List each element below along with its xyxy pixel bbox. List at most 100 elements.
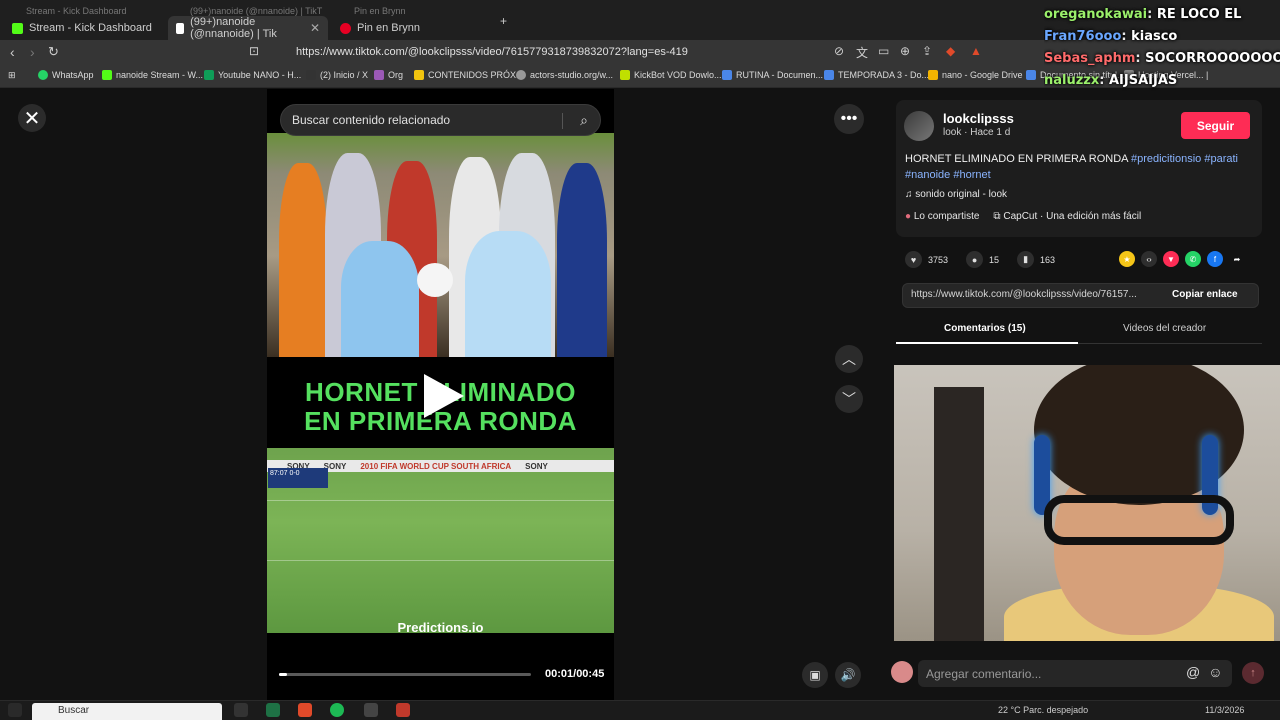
tab-creator-videos[interactable]: Videos del creador (1123, 323, 1206, 334)
gift-icon[interactable]: ★ (1119, 251, 1135, 267)
taskbar-search[interactable]: Buscar (32, 703, 222, 720)
bookmark-item[interactable]: WhatsApp (38, 70, 94, 80)
repost-icon[interactable]: ▼ (1163, 251, 1179, 267)
music-link[interactable]: ♫ sonido original - look (905, 189, 1007, 200)
bookmark-icon: ▮ (1017, 251, 1035, 268)
chevron-down-icon[interactable]: ﹀ (835, 385, 863, 413)
heart-icon: ♥ (905, 251, 922, 268)
video-time: 00:01/00:45 (545, 668, 605, 680)
tab-label: Pin en Brynn (357, 22, 420, 34)
bookmark-item[interactable]: KickBot VOD Dowlo... (620, 70, 722, 80)
chat-message: Sebas_aphm: SOCORROOOOOOO (1044, 48, 1280, 70)
chat-message: naluzzx: AIJSAIJAS (1044, 73, 1178, 88)
weather-widget[interactable]: 22 °C Parc. despejado (998, 705, 1088, 715)
back-icon[interactable]: ‹ (10, 44, 15, 60)
avatar[interactable] (904, 111, 934, 141)
search-icon[interactable]: ⌕ (580, 112, 588, 129)
bookmark-item[interactable]: TEMPORADA 3 - Do... (824, 70, 929, 80)
bookmark-item[interactable]: nano - Google Drive (928, 70, 1023, 80)
comment-icon: ● (966, 251, 984, 268)
bookmark-item[interactable]: Org (374, 70, 403, 80)
comment-button[interactable]: ● 15 (966, 251, 999, 268)
chat-user: naluzzx (1044, 73, 1100, 88)
url-field[interactable]: https://www.tiktok.com/@lookclipsss/vide… (296, 46, 688, 58)
capcut-link[interactable]: ⧉ CapCut · Una edición más fácil (993, 211, 1141, 222)
play-icon[interactable] (424, 374, 464, 418)
bookmark-favicon (620, 70, 630, 80)
bookmark-item[interactable]: Youtube NANO - H... (204, 70, 301, 80)
apps-icon[interactable]: ⊞ (8, 70, 16, 81)
pip-icon[interactable]: ▣ (802, 662, 828, 688)
task-view-icon[interactable] (234, 703, 248, 717)
related-search-input[interactable]: Buscar contenido relacionado ⌕ (280, 104, 601, 136)
bookmark-label: KickBot VOD Dowlo... (634, 70, 722, 80)
volume-icon[interactable]: 🔊 (835, 662, 861, 688)
close-tab-icon[interactable]: ✕ (310, 21, 320, 35)
new-tab-button[interactable]: + (500, 14, 507, 28)
block-icon[interactable]: ⊘ (834, 44, 844, 58)
chat-user: Fran76ooo (1044, 29, 1122, 44)
streamer-glasses (1044, 495, 1234, 545)
chat-message: oreganokawai: RE LOCO EL (1044, 7, 1242, 22)
bookmark-page-icon[interactable]: ⊡ (249, 44, 259, 58)
facebook-icon[interactable]: f (1207, 251, 1223, 267)
chevron-up-icon[interactable]: ︿ (835, 345, 863, 373)
spotify-icon[interactable] (330, 703, 344, 717)
bookmark-item[interactable]: actors-studio.org/w... (516, 70, 613, 80)
mention-icon[interactable]: @ (1186, 664, 1200, 680)
translate-icon[interactable]: 文 (856, 44, 868, 61)
hashtag-link[interactable]: #parati (1204, 153, 1238, 165)
search-placeholder: Buscar contenido relacionado (292, 113, 451, 127)
bookmark-item[interactable]: (2) Inicio / X (306, 70, 368, 80)
shared-indicator: ● Lo compartiste (905, 211, 979, 222)
bookmark-item[interactable]: RUTINA - Documen... (722, 70, 823, 80)
brave-icon[interactable]: ◆ (946, 44, 955, 58)
close-icon[interactable]: ✕ (18, 104, 46, 132)
send-icon[interactable]: ↑ (1242, 662, 1264, 684)
share-icon[interactable]: ➦ (1229, 251, 1245, 267)
zoom-icon[interactable]: ⊕ (900, 44, 910, 58)
more-icon[interactable]: ••• (834, 104, 864, 134)
bookmark-item[interactable]: CONTENIDOS PRÓX... (414, 70, 524, 80)
like-button[interactable]: ♥ 3753 (905, 251, 948, 268)
music-icon: ♫ (905, 189, 916, 200)
emoji-icon[interactable]: ☺ (1208, 664, 1222, 680)
tab-kick-dashboard[interactable]: Stream - Kick Dashboard (4, 16, 164, 40)
hashtag-link[interactable]: #nanoide (905, 169, 950, 181)
author-username[interactable]: lookclipsss (943, 111, 1014, 126)
reload-icon[interactable]: ↻ (48, 44, 59, 60)
scoreboard: 87:07 0-0 (268, 468, 328, 488)
app-icon[interactable] (364, 703, 378, 717)
bookmark-item[interactable]: nanoide Stream - W... (102, 70, 203, 80)
follow-button[interactable]: Seguir (1181, 112, 1250, 139)
whatsapp-icon[interactable]: ✆ (1185, 251, 1201, 267)
embed-icon[interactable]: ‹› (1141, 251, 1157, 267)
bookmark-favicon (306, 70, 316, 80)
video-link[interactable]: https://www.tiktok.com/@lookclipsss/vide… (911, 289, 1161, 300)
share-page-icon[interactable]: ⇪ (922, 44, 932, 58)
bookmark-favicon (722, 70, 732, 80)
tab-pinterest[interactable]: Pin en Brynn (332, 16, 492, 40)
hashtag-link[interactable]: #predicitionsio (1131, 153, 1201, 165)
forward-icon[interactable]: › (30, 44, 35, 60)
files-icon[interactable] (266, 703, 280, 717)
brave-taskbar-icon[interactable] (298, 703, 312, 717)
hashtag-link[interactable]: #hornet (953, 169, 990, 181)
pinterest-icon (340, 22, 351, 34)
save-button[interactable]: ▮ 163 (1017, 251, 1055, 268)
comment-input-icons: @ ☺ (1186, 664, 1223, 680)
rewards-icon[interactable]: ▲ (970, 44, 982, 58)
tiktok-icon (176, 22, 185, 34)
bookmark-label: TEMPORADA 3 - Do... (838, 70, 930, 80)
capcut-label: CapCut · Una edición más fácil (1003, 211, 1142, 222)
video-progress-bar[interactable] (279, 673, 531, 676)
tab-tiktok[interactable]: (99+)nanoide (@nnanoide) | Tik ✕ (168, 16, 328, 40)
start-icon[interactable] (8, 703, 22, 717)
copy-link-button[interactable]: Copiar enlace (1172, 289, 1238, 300)
tab-comments[interactable]: Comentarios (15) (944, 323, 1026, 334)
obs-icon[interactable] (396, 703, 410, 717)
active-tab-indicator (896, 342, 1078, 344)
comment-input[interactable]: Agregar comentario... (918, 660, 1232, 687)
cast-icon[interactable]: ▭ (878, 44, 889, 58)
clock-date[interactable]: 11/3/2026 (1205, 705, 1244, 715)
